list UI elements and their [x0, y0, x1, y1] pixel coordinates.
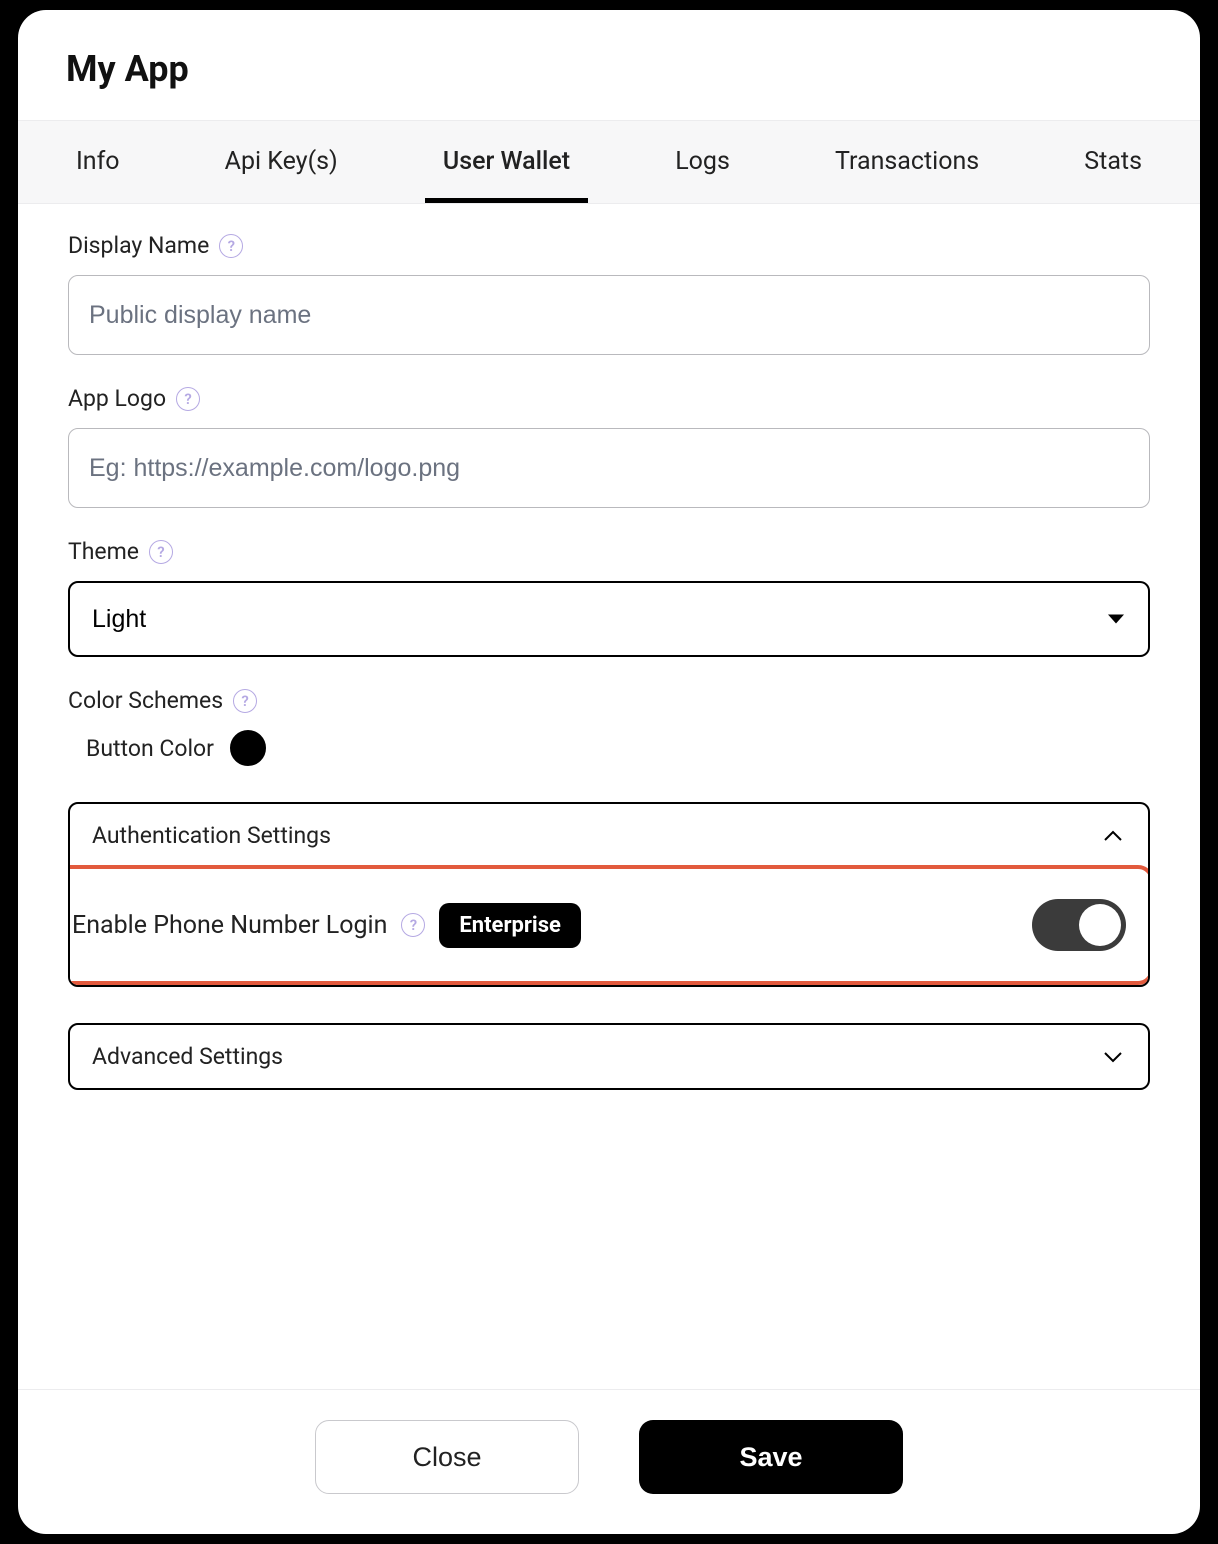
button-color-swatch[interactable]	[230, 730, 266, 766]
color-schemes-label: Color Schemes	[68, 687, 223, 714]
help-icon[interactable]: ?	[176, 387, 200, 411]
help-icon[interactable]: ?	[219, 234, 243, 258]
help-icon[interactable]: ?	[149, 540, 173, 564]
app-logo-field: App Logo ?	[68, 385, 1150, 508]
modal-title: My App	[66, 48, 1152, 90]
theme-field: Theme ? Light	[68, 538, 1150, 657]
enterprise-badge: Enterprise	[439, 903, 581, 948]
auth-settings-accordion: Authentication Settings Enable Phone Num…	[68, 802, 1150, 987]
tab-logs[interactable]: Logs	[657, 121, 748, 203]
tabs-bar: Info Api Key(s) User Wallet Logs Transac…	[18, 120, 1200, 204]
advanced-settings-title: Advanced Settings	[92, 1043, 283, 1070]
auth-settings-title: Authentication Settings	[92, 822, 331, 849]
auth-settings-body: Enable Phone Number Login ? Enterprise	[70, 865, 1148, 985]
theme-label: Theme	[68, 538, 139, 565]
color-schemes-field: Color Schemes ? Button Color	[68, 687, 1150, 766]
help-icon[interactable]: ?	[233, 689, 257, 713]
display-name-input[interactable]	[68, 275, 1150, 355]
advanced-settings-accordion: Advanced Settings	[68, 1023, 1150, 1090]
modal-content: Display Name ? App Logo ? Theme ? Light	[18, 204, 1200, 1389]
chevron-up-icon	[1100, 823, 1126, 849]
app-logo-input[interactable]	[68, 428, 1150, 508]
save-button[interactable]: Save	[639, 1420, 903, 1494]
display-name-field: Display Name ?	[68, 232, 1150, 355]
button-color-label: Button Color	[86, 735, 214, 762]
phone-login-toggle[interactable]	[1032, 899, 1126, 951]
app-logo-label: App Logo	[68, 385, 166, 412]
toggle-knob	[1079, 904, 1121, 946]
chevron-down-icon	[1100, 1044, 1126, 1070]
tab-transactions[interactable]: Transactions	[817, 121, 997, 203]
tab-user-wallet[interactable]: User Wallet	[425, 121, 588, 203]
tab-stats[interactable]: Stats	[1066, 121, 1160, 203]
close-button[interactable]: Close	[315, 1420, 579, 1494]
theme-select[interactable]: Light	[68, 581, 1150, 657]
tab-info[interactable]: Info	[58, 121, 138, 203]
phone-login-row: Enable Phone Number Login ? Enterprise	[68, 865, 1150, 985]
auth-settings-header[interactable]: Authentication Settings	[70, 804, 1148, 867]
modal-footer: Close Save	[18, 1389, 1200, 1534]
advanced-settings-header[interactable]: Advanced Settings	[70, 1025, 1148, 1088]
modal-header: My App	[18, 10, 1200, 120]
help-icon[interactable]: ?	[401, 913, 425, 937]
tab-api-keys[interactable]: Api Key(s)	[207, 121, 356, 203]
app-settings-modal: My App Info Api Key(s) User Wallet Logs …	[18, 10, 1200, 1534]
display-name-label: Display Name	[68, 232, 209, 259]
phone-login-label: Enable Phone Number Login	[72, 911, 387, 940]
